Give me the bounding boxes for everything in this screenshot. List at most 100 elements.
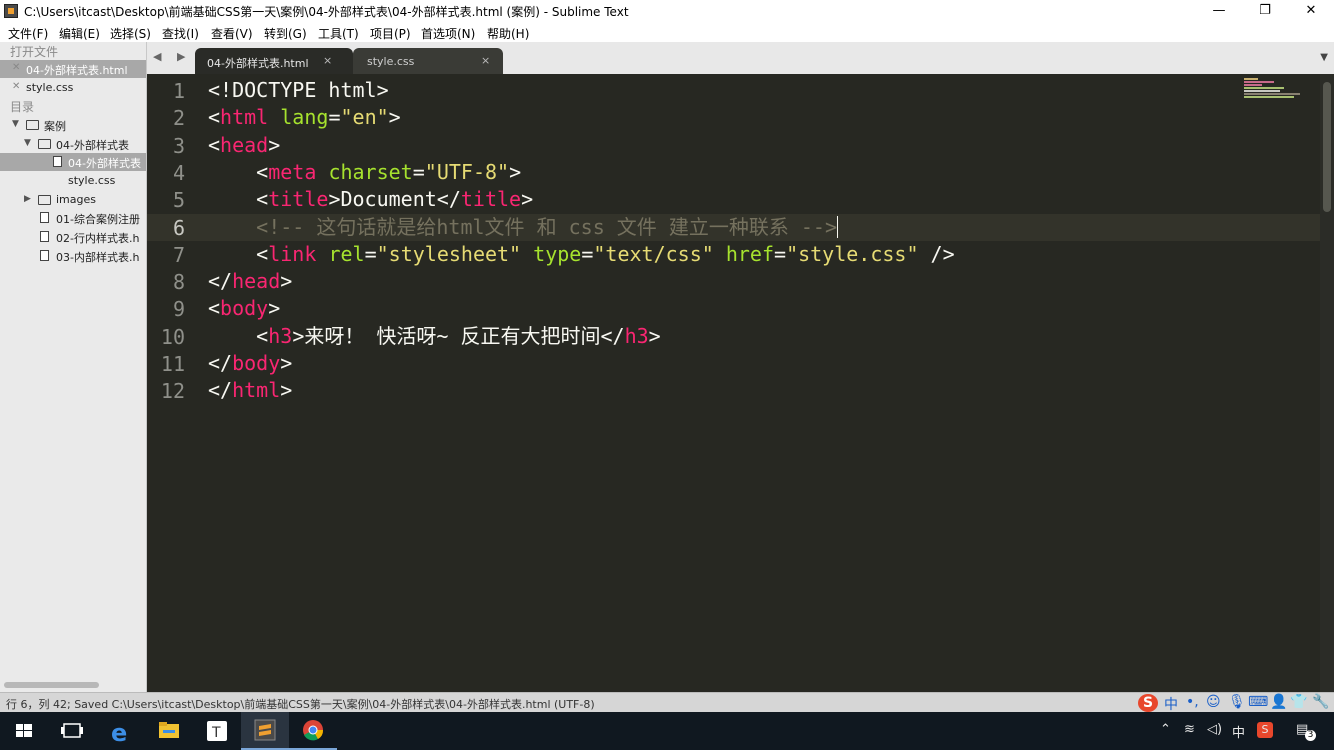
sogou-tray-icon[interactable]: S (1257, 722, 1273, 738)
scrollbar-thumb[interactable] (1323, 82, 1331, 212)
notification-icon[interactable]: ▤ 3 (1296, 722, 1316, 741)
folder-label: 案例 (44, 120, 66, 133)
menu-edit[interactable]: 编辑(E) (59, 25, 100, 42)
file-icon (40, 231, 49, 242)
folder-label: 04-外部样式表 (56, 139, 129, 152)
sidebar-scrollbar[interactable] (4, 682, 99, 688)
code-token: </ (208, 351, 233, 375)
file-item-selected[interactable]: 04-外部样式表 (0, 153, 146, 171)
code-line[interactable]: <link rel="stylesheet" type="text/css" h… (208, 241, 954, 268)
punctuation-icon[interactable]: •, (1186, 694, 1199, 710)
line-number: 1 (172, 79, 185, 103)
chevron-right-icon[interactable]: ▶ (24, 194, 31, 204)
microphone-icon[interactable]: 🎙 (1228, 694, 1246, 710)
code-token: title (268, 187, 329, 212)
vertical-scrollbar[interactable] (1320, 74, 1334, 692)
tab-04-html[interactable]: 04-外部样式表.html × (195, 48, 353, 74)
code-line[interactable]: <html lang="en"> (208, 104, 401, 131)
menu-file[interactable]: 文件(F) (8, 25, 48, 42)
input-language[interactable]: 中 (1232, 722, 1245, 741)
code-token: = (581, 241, 594, 266)
close-icon[interactable]: ✕ (12, 62, 20, 73)
code-token: < (208, 296, 221, 321)
code-editor[interactable]: 1 2 3 4 5 6 7 8 9 10 11 12 <!DOCTYPE html> <html lan… (147, 74, 1334, 692)
minimize-button[interactable]: — (1196, 0, 1242, 22)
line-number: 9 (172, 297, 185, 322)
code-line[interactable]: <body> (208, 295, 280, 322)
ime-mode[interactable]: 中 (1164, 694, 1178, 714)
minimap[interactable] (1244, 78, 1304, 104)
code-line[interactable]: <h3>来呀！ 快活呀~ 反正有大把时间</h3> (208, 323, 661, 350)
menu-project[interactable]: 项目(P) (370, 25, 411, 42)
maximize-button[interactable]: ❐ (1242, 0, 1288, 22)
menu-goto[interactable]: 转到(G) (264, 25, 307, 42)
close-icon[interactable]: ✕ (12, 81, 20, 92)
sogou-logo-icon[interactable]: S (1138, 694, 1158, 712)
code-line[interactable]: <!-- 这句话就是给html文件 和 css 文件 建立一种联系 --> (208, 214, 838, 241)
line-number-gutter: 1 2 3 4 5 6 7 8 9 10 11 12 (147, 74, 197, 692)
volume-icon[interactable]: ◁) (1207, 722, 1222, 737)
tab-style-css[interactable]: style.css × (353, 48, 503, 74)
file-explorer-button[interactable] (145, 712, 193, 750)
code-token: "style.css" (786, 241, 919, 266)
wifi-icon[interactable]: ≋ (1184, 722, 1195, 737)
tools-icon[interactable]: 🔧 (1312, 694, 1329, 710)
start-button[interactable] (0, 712, 48, 750)
file-item[interactable]: style.css (0, 172, 146, 190)
file-label: 01-综合案例注册 (56, 213, 140, 226)
menu-preferences[interactable]: 首选项(N) (421, 25, 475, 42)
close-icon[interactable]: × (323, 54, 332, 67)
code-line[interactable]: <meta charset="UTF-8"> (208, 159, 521, 186)
menu-help[interactable]: 帮助(H) (487, 25, 529, 42)
edge-button[interactable]: e (97, 712, 145, 750)
typora-button[interactable]: T (193, 712, 241, 750)
menu-find[interactable]: 查找(I) (162, 25, 199, 42)
code-token: = (412, 159, 425, 184)
folder-icon (159, 722, 179, 738)
chevron-up-icon[interactable]: ⌃ (1160, 722, 1171, 737)
sublime-app-icon (4, 4, 18, 18)
file-item[interactable]: 01-综合案例注册 (0, 209, 146, 227)
code-token: < (208, 323, 269, 348)
task-view-button[interactable] (48, 712, 96, 750)
menu-view[interactable]: 查看(V) (211, 25, 253, 42)
close-button[interactable]: ✕ (1288, 0, 1334, 22)
open-file-item[interactable]: ✕ style.css (0, 79, 146, 97)
chevron-down-icon[interactable]: ▼ (24, 138, 31, 148)
code-token: href (725, 241, 775, 266)
menu-tools[interactable]: 工具(T) (318, 25, 359, 42)
code-token: > (268, 296, 281, 321)
keyboard-icon[interactable]: ⌨ (1248, 694, 1268, 710)
emoji-icon[interactable]: ☺ (1206, 694, 1221, 710)
menu-selection[interactable]: 选择(S) (110, 25, 151, 42)
shirt-icon[interactable]: 👕 (1290, 694, 1307, 710)
sublime-text-button[interactable] (241, 712, 289, 750)
code-line[interactable]: <title>Document</title> (208, 186, 533, 213)
tab-dropdown-icon[interactable]: ▼ (1320, 52, 1328, 63)
code-token: "text/css" (593, 241, 714, 266)
code-line[interactable]: </body> (208, 350, 292, 377)
tab-nav-arrows[interactable]: ◀ ▶ (153, 50, 191, 63)
code-token: = (364, 241, 377, 266)
file-item[interactable]: 02-行内样式表.h (0, 228, 146, 246)
window-titlebar[interactable]: C:\Users\itcast\Desktop\前端基础CSS第一天\案例\04… (0, 0, 1334, 22)
code-line[interactable]: </head> (208, 268, 292, 295)
open-file-item[interactable]: ✕ 04-外部样式表.html (0, 60, 146, 78)
window-title: C:\Users\itcast\Desktop\前端基础CSS第一天\案例\04… (24, 5, 629, 19)
folder-item-root[interactable]: ▼ 案例 (0, 116, 146, 134)
line-number: 12 (160, 379, 185, 404)
code-line[interactable]: <!DOCTYPE html> (208, 77, 389, 104)
chrome-button[interactable] (289, 712, 337, 750)
file-item[interactable]: 03-内部样式表.h (0, 247, 146, 265)
folder-open-icon (26, 120, 39, 130)
chevron-down-icon[interactable]: ▼ (12, 119, 19, 129)
code-line[interactable]: <head> (208, 132, 280, 159)
folder-item-sub[interactable]: ▼ 04-外部样式表 (0, 135, 146, 153)
code-token: head (220, 132, 269, 157)
folder-item-images[interactable]: ▶ images (0, 191, 146, 209)
file-icon (40, 212, 49, 223)
close-icon[interactable]: × (481, 54, 490, 67)
user-icon[interactable]: 👤 (1270, 694, 1287, 710)
code-line[interactable]: </html> (208, 377, 292, 404)
